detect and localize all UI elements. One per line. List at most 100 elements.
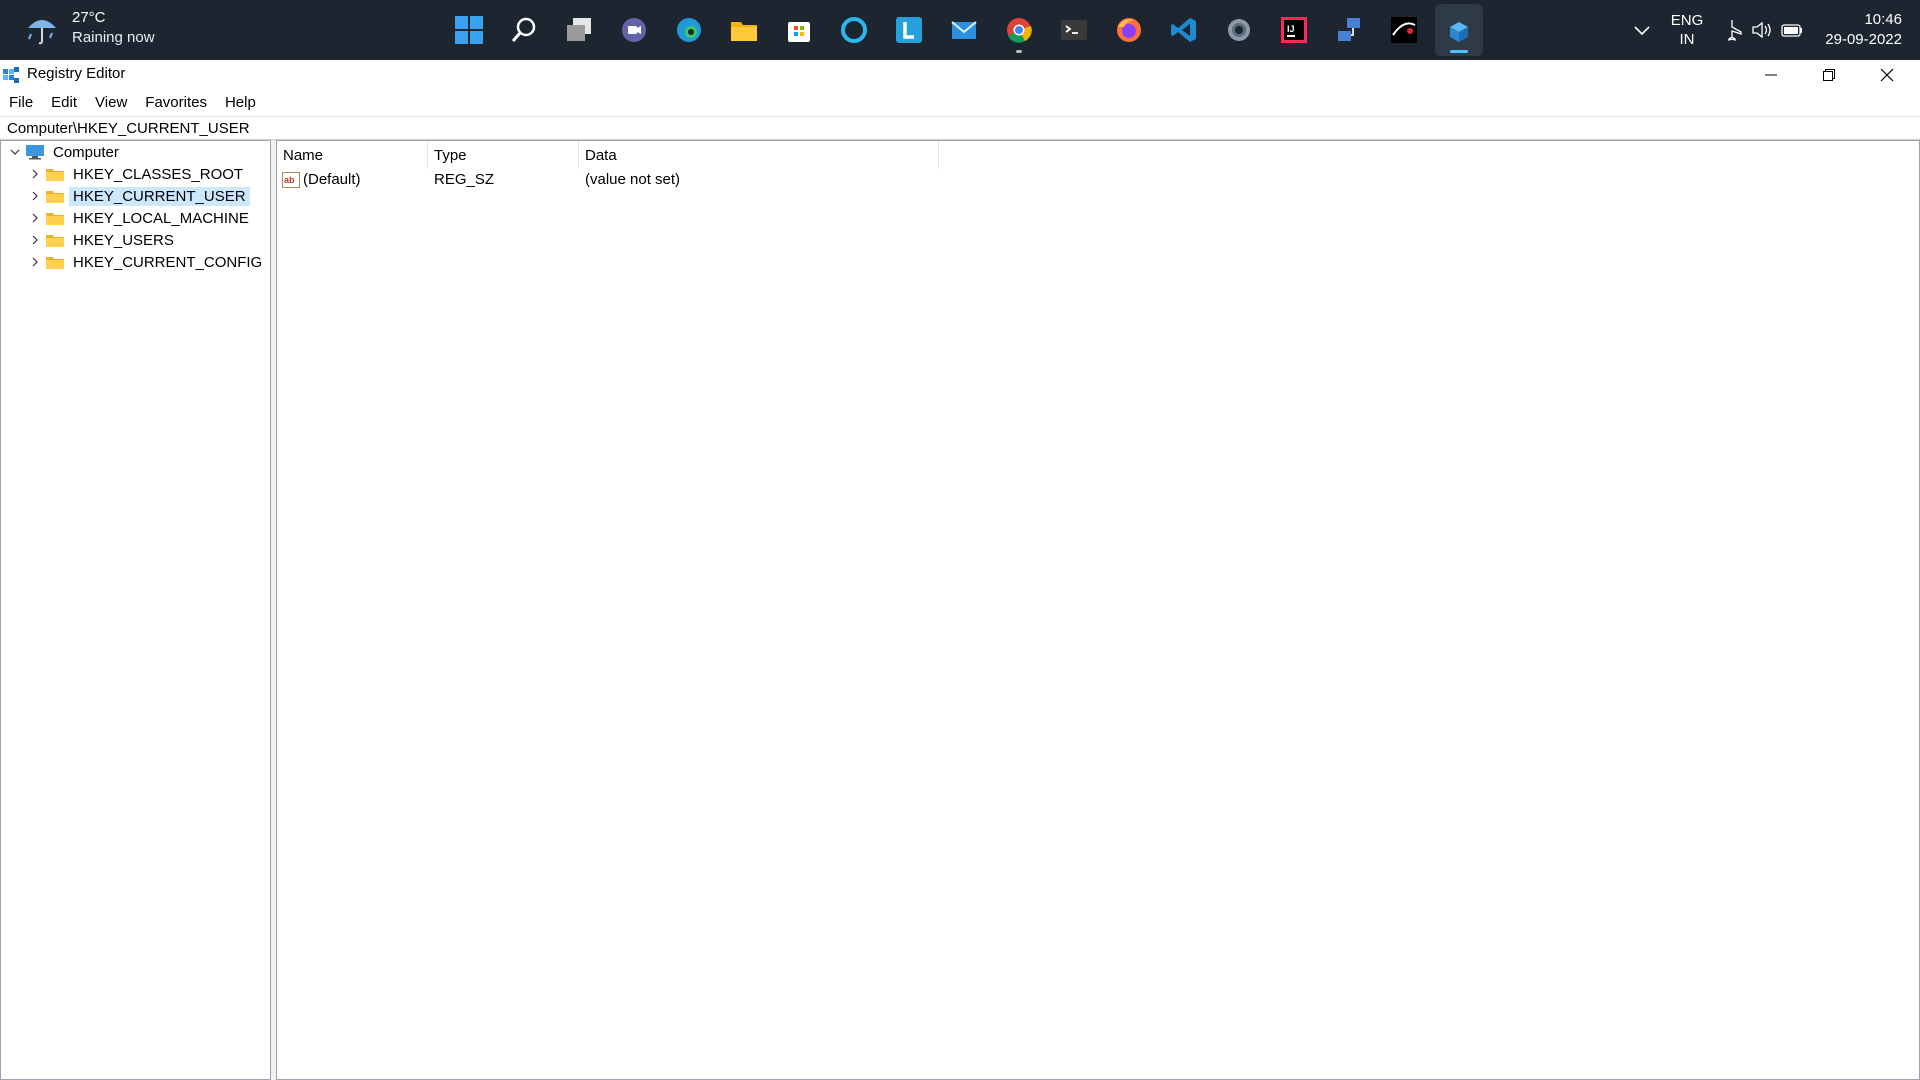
- language-indicator[interactable]: ENG IN: [1671, 11, 1704, 49]
- value-name: (Default): [303, 171, 361, 188]
- volume-icon[interactable]: [1749, 17, 1775, 43]
- edge-button[interactable]: [665, 4, 713, 56]
- registry-editor-taskbar-button[interactable]: [1435, 4, 1483, 56]
- menu-view[interactable]: View: [86, 90, 136, 116]
- microsoft-store-button[interactable]: [775, 4, 823, 56]
- computer-icon: [26, 145, 44, 160]
- address-path: Computer\HKEY_CURRENT_USER: [7, 120, 250, 137]
- registry-editor-app-icon: [3, 67, 19, 83]
- microsoft-store-icon: [788, 22, 810, 42]
- settings-button[interactable]: [1215, 4, 1263, 56]
- folder-icon: [46, 235, 64, 247]
- tree-node-hkey-users[interactable]: HKEY_USERS: [27, 229, 178, 251]
- file-explorer-icon: [731, 22, 757, 41]
- firefox-icon: [1117, 18, 1141, 42]
- chat-button[interactable]: [610, 4, 658, 56]
- network-app-button[interactable]: [1325, 4, 1373, 56]
- window-title: Registry Editor: [27, 65, 126, 82]
- file-explorer-button[interactable]: [720, 4, 768, 56]
- menu-bar: File Edit View Favorites Help: [0, 90, 265, 116]
- tree-node-hkey-current-config[interactable]: HKEY_CURRENT_CONFIG: [27, 251, 266, 273]
- airplane-mode-icon[interactable]: [1719, 17, 1745, 43]
- chrome-icon: [1007, 18, 1032, 43]
- chevron-right-icon[interactable]: [27, 232, 43, 248]
- l-app-icon: [896, 17, 922, 43]
- clock[interactable]: 10:46 29-09-2022: [1825, 10, 1902, 50]
- tree-node-label: HKEY_USERS: [73, 231, 174, 249]
- column-header-data[interactable]: Data: [579, 141, 939, 169]
- chevron-right-icon[interactable]: [27, 188, 43, 204]
- system-tray: ENG IN 10:46 29-09-2022: [1627, 0, 1920, 60]
- minimize-icon: [1765, 74, 1777, 76]
- start-icon: [455, 16, 483, 44]
- mail-button[interactable]: [940, 4, 988, 56]
- menu-help[interactable]: Help: [216, 90, 265, 116]
- chevron-right-icon[interactable]: [27, 254, 43, 270]
- list-header: Name Type Data: [277, 141, 1919, 169]
- network-app-icon: [1338, 18, 1360, 41]
- start-button[interactable]: [445, 4, 493, 56]
- menu-edit[interactable]: Edit: [42, 90, 86, 116]
- tree-node-hkey-current-user[interactable]: HKEY_CURRENT_USER: [27, 185, 250, 207]
- clock-time: 10:46: [1864, 11, 1902, 28]
- chevron-down-icon[interactable]: [1627, 15, 1657, 45]
- registry-editor-icon: [1450, 22, 1468, 42]
- tree-node-label: HKEY_LOCAL_MACHINE: [73, 209, 249, 227]
- running-indicator: [1016, 50, 1022, 53]
- cortana-button[interactable]: [830, 4, 878, 56]
- region-code: IN: [1679, 31, 1695, 48]
- folder-icon: [46, 257, 64, 269]
- search-icon: [511, 17, 536, 42]
- close-icon: [1880, 68, 1894, 82]
- svg-text:ab: ab: [284, 175, 295, 185]
- chevron-right-icon[interactable]: [27, 210, 43, 226]
- firefox-button[interactable]: [1105, 4, 1153, 56]
- menu-file[interactable]: File: [0, 90, 42, 116]
- tree-node-hkey-classes-root[interactable]: HKEY_CLASSES_ROOT: [27, 163, 247, 185]
- minimize-button[interactable]: [1742, 60, 1800, 90]
- terminal-button[interactable]: [1050, 4, 1098, 56]
- clock-date: 29-09-2022: [1825, 31, 1902, 48]
- tree-node-hkey-local-machine[interactable]: HKEY_LOCAL_MACHINE: [27, 207, 253, 229]
- taskbar-apps: IJ: [445, 4, 1483, 56]
- title-bar[interactable]: Registry Editor: [0, 60, 1920, 90]
- table-row[interactable]: ab (Default) REG_SZ (value not set): [277, 169, 1919, 191]
- tree-node-computer[interactable]: Computer: [7, 141, 123, 163]
- menu-favorites[interactable]: Favorites: [136, 90, 216, 116]
- svg-text:IJ: IJ: [1287, 24, 1295, 34]
- restore-button[interactable]: [1800, 60, 1858, 90]
- photo-app-icon: [1391, 17, 1417, 43]
- task-view-button[interactable]: [555, 4, 603, 56]
- search-button[interactable]: [500, 4, 548, 56]
- chevron-down-icon[interactable]: [7, 144, 23, 160]
- l-app-button[interactable]: [885, 4, 933, 56]
- tree-node-label: Computer: [53, 143, 119, 161]
- tree-node-label-selected: HKEY_CURRENT_USER: [69, 186, 250, 206]
- intellij-button[interactable]: IJ: [1270, 4, 1318, 56]
- battery-icon[interactable]: [1779, 17, 1805, 43]
- column-header-name[interactable]: Name: [277, 141, 428, 169]
- folder-icon: [46, 169, 64, 181]
- intellij-icon: IJ: [1281, 17, 1307, 43]
- active-indicator: [1450, 50, 1468, 53]
- value-data: (value not set): [585, 171, 681, 188]
- weather-condition: Raining now: [72, 29, 155, 46]
- column-header-type[interactable]: Type: [428, 141, 579, 169]
- chat-icon: [622, 18, 646, 42]
- key-tree-pane[interactable]: Computer HKEY_CLASSES_ROOT HKEY_CURRENT_…: [0, 140, 271, 1080]
- chevron-right-icon[interactable]: [27, 166, 43, 182]
- weather-widget[interactable]: 27°C Raining now: [22, 8, 155, 48]
- photo-app-button[interactable]: [1380, 4, 1428, 56]
- folder-icon: [46, 213, 64, 225]
- mail-icon: [951, 21, 977, 39]
- tree-node-label: HKEY_CLASSES_ROOT: [73, 165, 244, 183]
- taskbar: 27°C Raining now IJ ENG IN 10:46 29-09-2…: [0, 0, 1920, 60]
- values-list-pane[interactable]: Name Type Data ab (Default) REG_SZ (valu…: [276, 140, 1920, 1080]
- address-bar[interactable]: Computer\HKEY_CURRENT_USER: [0, 116, 1920, 140]
- settings-icon: [1228, 19, 1250, 41]
- language-code: ENG: [1670, 12, 1704, 29]
- vscode-button[interactable]: [1160, 4, 1208, 56]
- chrome-button[interactable]: [995, 4, 1043, 56]
- close-button[interactable]: [1858, 60, 1916, 90]
- vscode-icon: [1171, 18, 1196, 42]
